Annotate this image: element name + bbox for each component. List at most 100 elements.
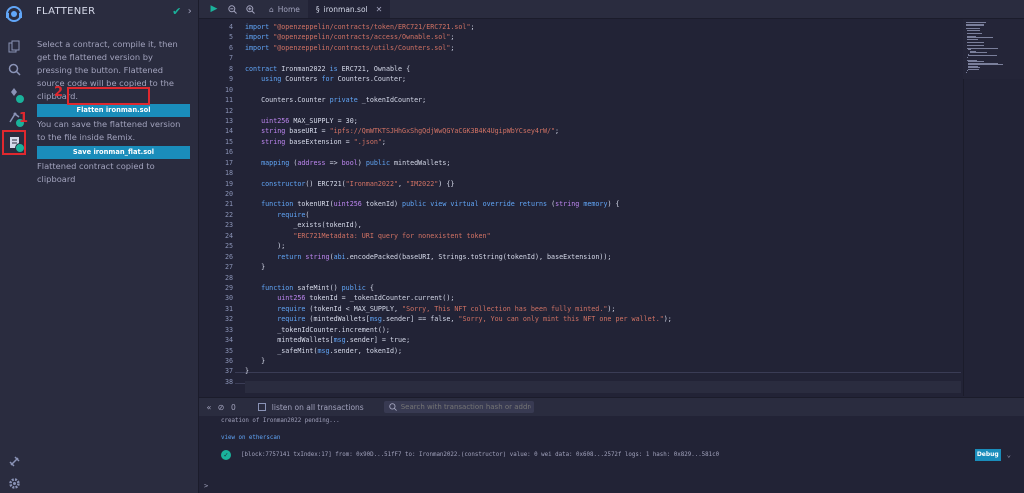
line-number: 31 [224,304,233,313]
minimap-line [968,68,980,70]
line-number: 16 [224,148,233,157]
transaction-log-row[interactable]: ✓ [block:7757141 txIndex:17] from: 0x90D… [221,447,1011,462]
clear-console-icon[interactable]: ⊘ [215,401,227,413]
solidity-compiler-icon[interactable] [5,84,25,104]
line-number: 22 [224,210,233,219]
collapse-terminal-icon[interactable]: « [203,401,215,413]
zoom-in-icon[interactable] [243,2,257,16]
code-line: uint256 MAX_SUPPLY = 30; [261,116,358,125]
code-line: _tokenIdCounter.increment(); [245,325,390,334]
code-line: import "@openzeppelin/contracts/utils/Co… [245,43,455,52]
line-number: 28 [224,273,233,282]
minimap-line [967,29,980,31]
code-line: constructor() ERC721("Ironman2022", "IM2… [261,179,455,188]
save-info-text: You can save the flattened version to th… [37,119,181,142]
line-number: 18 [224,169,233,178]
success-check-icon: ✓ [221,449,231,460]
code-line: _exists(tokenId), [245,221,362,230]
code-line: string baseURI = "ipfs://QmWTKTSJHhGxShg… [261,127,560,136]
tab-home[interactable]: ⌂ Home [261,0,308,18]
minimap-line [966,25,985,26]
pending-count: 0 [231,402,236,412]
code-content[interactable]: import "@openzeppelin/contracts/token/ER… [245,22,672,387]
debug-button[interactable]: Debug [974,448,1001,461]
code-line: require (mintedWallets[msg.sender] == fa… [277,315,672,324]
file-explorer-icon[interactable] [5,37,23,55]
minimap-line [967,38,979,40]
line-number: 25 [224,242,233,251]
line-number: 20 [224,190,233,198]
file-icon: § [315,4,320,14]
line-number: 7 [228,54,233,63]
code-line: uint256 tokenId = _tokenIdCounter.curren… [277,294,455,303]
code-line: Counters.Counter private _tokenIdCounter… [245,96,427,105]
tab-ironman-label: ironman.sol [323,4,368,14]
line-number: 13 [224,116,233,125]
search-icon[interactable] [5,60,23,78]
terminal-prompt[interactable]: > [204,482,208,490]
code-line: string baseExtension = ".json"; [261,137,386,146]
plugin-header: FLATTENER ✔ › [28,0,198,22]
status-message: Flattened contract copied to clipboard [37,161,155,184]
icon-panel [0,0,29,493]
line-number: 35 [224,346,233,355]
line-number: 10 [224,85,233,94]
line-number: 9 [228,75,233,84]
line-number: 19 [224,179,233,188]
code-line: } [245,263,266,272]
line-number: 37 [224,367,233,376]
plugin-manager-icon[interactable] [5,452,23,470]
run-play-icon[interactable]: ▶ [207,2,221,16]
line-number: 11 [224,96,233,105]
line-number: 36 [224,357,233,365]
code-line: return string(abi.encodePacked(baseURI, … [277,252,612,261]
callout-box-1 [2,130,26,155]
terminal-toolbar: « ⊘ 0 listen on all transactions [199,397,1024,417]
search-icon [388,403,397,411]
callout-number-1: 1 [19,111,29,126]
minimap[interactable] [963,19,1024,79]
chevron-right-icon[interactable]: › [188,6,192,17]
line-number: 17 [224,158,233,167]
code-editor[interactable]: 4 5 6 7 8 9 10 11 12 13 14 15 16 17 18 1… [199,19,1024,396]
line-number: 24 [224,231,233,240]
minimap-line [967,32,982,34]
code-line: import "@openzeppelin/contracts/token/ER… [245,23,475,31]
terminal-output: creation of Ironman2022 pending... view … [199,416,1024,493]
remix-logo-icon[interactable] [4,4,24,24]
code-line: } [245,367,250,376]
line-number: 8 [228,64,233,73]
settings-gear-icon[interactable] [5,474,23,492]
flatten-button[interactable]: Flatten ironman.sol [37,104,190,117]
line-number: 29 [224,283,233,292]
home-icon: ⌂ [269,4,274,14]
line-number: 33 [224,325,233,334]
code-line: } [245,357,266,365]
line-number: 27 [224,263,233,272]
etherscan-link[interactable]: view on etherscan [221,435,280,441]
transaction-search[interactable] [383,401,534,413]
tab-home-label: Home [277,4,300,14]
close-tab-icon[interactable]: ✕ [376,5,383,14]
chevron-down-icon[interactable]: ⌄ [1007,451,1011,459]
line-number: 4 [228,23,233,31]
zoom-out-icon[interactable] [225,2,239,16]
tab-ironman-sol[interactable]: § ironman.sol ✕ [307,0,391,18]
transaction-search-input[interactable] [396,403,531,411]
code-line: import "@openzeppelin/contracts/access/O… [245,33,455,42]
listen-all-checkbox[interactable] [257,403,266,411]
line-number: 34 [224,336,233,345]
code-line: require (tokenId < MAX_SUPPLY, "Sorry, T… [277,304,616,313]
line-number: 23 [224,221,233,230]
line-gutter: 4 5 6 7 8 9 10 11 12 13 14 15 16 17 18 1… [199,22,233,387]
code-line: require( [277,210,310,219]
save-flat-button[interactable]: Save ironman_flat.sol [37,146,190,159]
horizontal-scrollbar[interactable] [245,381,961,393]
code-line: function tokenURI(uint256 tokenId) publi… [261,200,620,209]
code-line: "ERC721Metadata: URI query for nonexiste… [293,231,491,240]
